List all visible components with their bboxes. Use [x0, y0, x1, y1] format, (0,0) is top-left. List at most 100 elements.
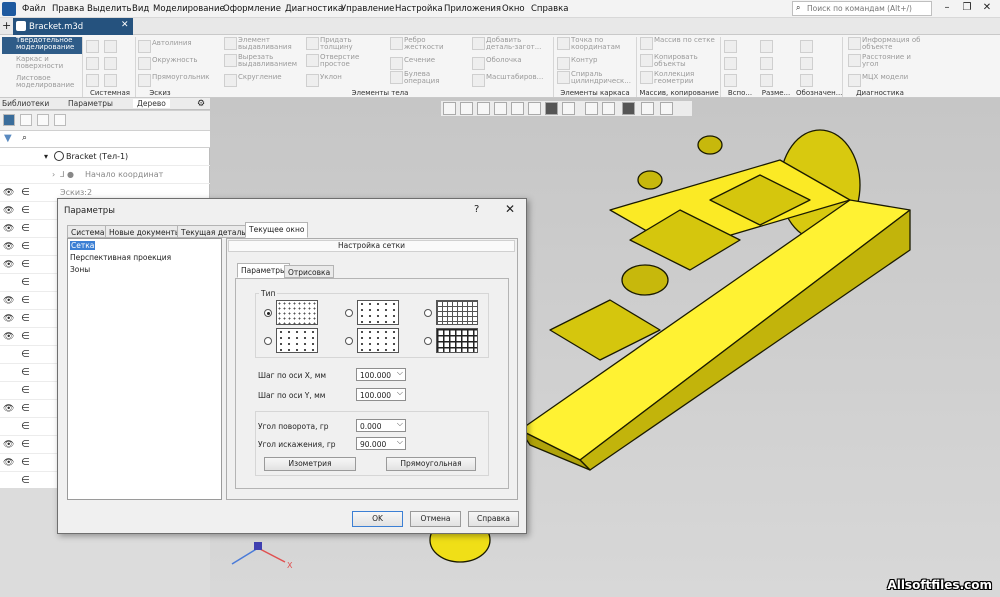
group-auxiliary[interactable]: Вспо...: [722, 89, 758, 98]
tool-rectangle[interactable]: Прямоугольник: [138, 74, 210, 87]
tab-libraries[interactable]: Библиотеки: [2, 99, 49, 108]
expand-icon[interactable]: ▾: [44, 152, 48, 161]
rotation-field[interactable]: 0.000: [356, 419, 406, 432]
tab-new-documents[interactable]: Новые документы: [105, 225, 185, 238]
grid-type-radio-2[interactable]: [264, 337, 272, 345]
command-search-input[interactable]: [807, 3, 929, 14]
tool-point-coords[interactable]: Точка по координатам: [557, 37, 635, 51]
subtab-parameters[interactable]: Параметры: [237, 263, 290, 278]
tree-row-origin[interactable]: › ⅃ ● Начало координат: [0, 166, 210, 184]
menu-select[interactable]: Выделить: [87, 4, 132, 14]
tool-mass-properties[interactable]: МЦХ модели: [848, 74, 908, 87]
tab-tree[interactable]: Дерево: [133, 99, 170, 108]
step-y-field[interactable]: 100.000: [356, 388, 406, 401]
isometry-button[interactable]: Изометрия: [264, 457, 356, 471]
menu-applications[interactable]: Приложения: [444, 4, 501, 14]
tool-helix[interactable]: Спираль цилиндрическ...: [557, 71, 635, 85]
eye-icon[interactable]: 👁: [3, 260, 14, 270]
tree-sort-icon[interactable]: [54, 114, 66, 126]
tab-system[interactable]: Система: [67, 225, 109, 238]
group-array-copy[interactable]: Массив, копирование: [638, 89, 720, 98]
group-sketch[interactable]: Эскиз: [140, 89, 180, 98]
menu-file[interactable]: Файл: [22, 4, 45, 14]
menu-management[interactable]: Управление: [341, 4, 394, 14]
tool-circle[interactable]: Окружность: [138, 57, 198, 70]
grid-type-radio-6[interactable]: [424, 337, 432, 345]
tool-scale[interactable]: Масштабиров...: [472, 74, 543, 87]
eye-icon[interactable]: 👁: [3, 404, 14, 414]
menu-diagnostics[interactable]: Диагностика: [285, 4, 343, 14]
tool-draft[interactable]: Уклон: [306, 74, 342, 87]
tab-current-window[interactable]: Текущее окно: [245, 222, 309, 238]
eye-icon[interactable]: 👁: [3, 296, 14, 306]
cancel-button[interactable]: Отмена: [410, 511, 461, 527]
grid-type-radio-5[interactable]: [424, 309, 432, 317]
tool-grid-array[interactable]: Массив по сетке: [640, 37, 718, 50]
tool-fillet[interactable]: Скругление: [224, 74, 282, 87]
command-search[interactable]: ⌕: [792, 1, 932, 16]
tool-thicken[interactable]: Придать толщину: [306, 37, 376, 51]
tool-cut-extrude[interactable]: Вырезать выдавливанием: [224, 54, 302, 68]
tool-boolean[interactable]: Булева операция: [390, 71, 460, 85]
tab-parameters[interactable]: Параметры: [68, 99, 113, 108]
eye-icon[interactable]: 👁: [3, 314, 14, 324]
grid-type-radio-3[interactable]: [345, 309, 353, 317]
eye-icon[interactable]: 👁: [3, 206, 14, 216]
rectangular-button[interactable]: Прямоугольная: [386, 457, 476, 471]
group-body-elements[interactable]: Элементы тела: [320, 89, 440, 98]
tree-group-icon[interactable]: [37, 114, 49, 126]
tab-current-part[interactable]: Текущая деталь: [177, 225, 250, 238]
category-grid[interactable]: Сетка: [70, 241, 96, 250]
eye-icon[interactable]: 👁: [3, 440, 14, 450]
menu-help[interactable]: Справка: [531, 4, 568, 14]
menu-settings[interactable]: Настройка: [395, 4, 443, 14]
menu-window[interactable]: Окно: [502, 4, 525, 14]
document-tab[interactable]: Bracket.m3d ✕: [13, 18, 133, 35]
tool-contour[interactable]: Контур: [557, 57, 598, 70]
tool-object-info[interactable]: Информация об объекте: [848, 37, 928, 51]
dialog-help-icon[interactable]: ?: [474, 204, 479, 215]
tool-autoline[interactable]: Автолиния: [138, 40, 192, 53]
menu-view[interactable]: Вид: [132, 4, 149, 14]
tool-section[interactable]: Сечение: [390, 57, 435, 70]
restore-icon[interactable]: ❐: [958, 2, 976, 15]
menu-edit[interactable]: Правка: [52, 4, 84, 14]
menu-modeling[interactable]: Моделирование: [153, 4, 225, 14]
grid-type-radio-4[interactable]: [345, 337, 353, 345]
tool-copy-objects[interactable]: Копировать объекты: [640, 54, 718, 68]
eye-icon[interactable]: 👁: [3, 458, 14, 468]
tool-distance-angle[interactable]: Расстояние и угол: [848, 54, 928, 68]
group-system[interactable]: Системная: [86, 89, 134, 98]
tool-add-blank[interactable]: Добавить деталь-загот...: [472, 37, 552, 51]
tree-view-icon[interactable]: [3, 114, 15, 126]
gear-icon[interactable]: ⚙: [197, 99, 205, 109]
minimize-icon[interactable]: –: [938, 2, 956, 15]
group-wireframe-elements[interactable]: Элементы каркаса: [555, 89, 635, 98]
category-perspective[interactable]: Перспективная проекция: [70, 253, 171, 262]
mode-sheet[interactable]: Листовое моделирование: [2, 75, 82, 92]
step-x-field[interactable]: 100.000: [356, 368, 406, 381]
tool-hole[interactable]: Отверстие простое: [306, 54, 376, 68]
tool-geometry-collection[interactable]: Коллекция геометрии: [640, 71, 718, 85]
tree-filter-row[interactable]: ▼ ⌕: [0, 131, 210, 148]
menu-design[interactable]: Оформление: [223, 4, 281, 14]
window-close-icon[interactable]: ✕: [978, 2, 996, 15]
tool-rib[interactable]: Ребро жесткости: [390, 37, 460, 51]
category-zones[interactable]: Зоны: [70, 265, 90, 274]
eye-icon[interactable]: 👁: [3, 224, 14, 234]
eye-icon[interactable]: 👁: [3, 242, 14, 252]
distortion-field[interactable]: 90.000: [356, 437, 406, 450]
tool-extrude[interactable]: Элемент выдавливания: [224, 37, 302, 51]
subtab-rendering[interactable]: Отрисовка: [284, 265, 335, 278]
eye-icon[interactable]: 👁: [3, 188, 14, 198]
mode-wireframe[interactable]: Каркас и поверхности: [2, 56, 82, 73]
tree-filter-icon[interactable]: [20, 114, 32, 126]
help-button[interactable]: Справка: [468, 511, 519, 527]
eye-icon[interactable]: 👁: [3, 332, 14, 342]
mode-solid[interactable]: Твердотельное моделирование: [2, 37, 82, 54]
tool-shell[interactable]: Оболочка: [472, 57, 522, 70]
dialog-close-icon[interactable]: ✕: [505, 202, 515, 216]
tree-row-root[interactable]: ▾ Bracket (Тел-1): [0, 148, 210, 166]
expand-icon[interactable]: ›: [52, 170, 55, 179]
add-tab-icon[interactable]: +: [2, 19, 11, 33]
